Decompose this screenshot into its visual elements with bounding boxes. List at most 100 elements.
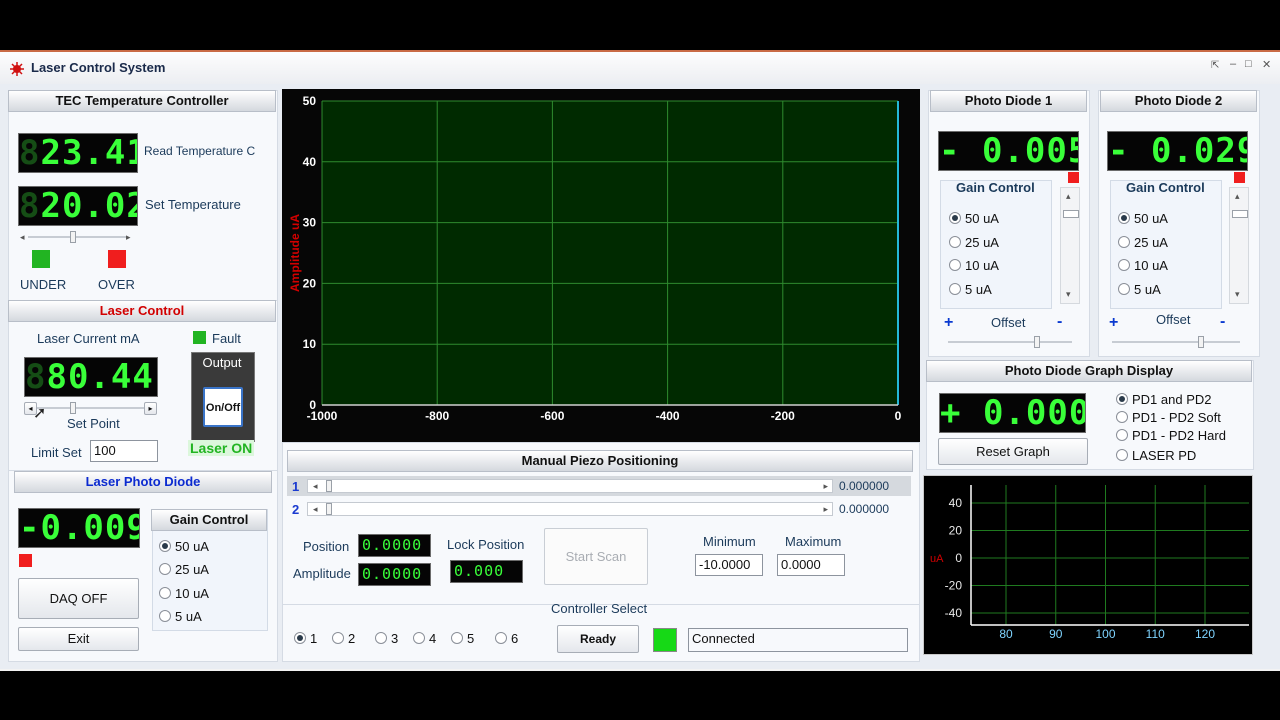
small-y-axis-label: uA: [930, 553, 944, 565]
temp-slider-left-arrow[interactable]: ◂: [20, 232, 25, 243]
laser-pd-gain-header: Gain Control: [151, 509, 267, 531]
pd1-header: Photo Diode 1: [930, 90, 1087, 112]
controller-option-2[interactable]: 2: [332, 631, 355, 646]
pd1-offset-slider[interactable]: [948, 336, 1072, 348]
pd1-gain-50[interactable]: 50 uA: [949, 211, 999, 226]
set-point-slider[interactable]: [36, 402, 144, 414]
laser-current-display: 880.44: [24, 357, 158, 397]
pd2-plus-icon[interactable]: +: [1109, 314, 1118, 332]
piezo-ch1-slider[interactable]: ◂ ▸: [307, 479, 833, 493]
maximize-icon[interactable]: □: [1245, 58, 1252, 70]
limit-set-input[interactable]: 100: [90, 440, 158, 462]
piezo-ch2-label: 2: [292, 502, 300, 517]
laser-onoff-button[interactable]: On/Off: [203, 387, 243, 427]
output-label: Output: [202, 355, 242, 370]
pin-icon[interactable]: ⇱: [1211, 60, 1219, 71]
under-indicator: [32, 250, 50, 268]
small-y-tick-label: 20: [949, 524, 963, 538]
plot-area: [322, 101, 898, 405]
app-logo-icon: [10, 62, 24, 76]
laser-pd-gain-25[interactable]: 25 uA: [159, 562, 209, 577]
laser-photo-diode-header: Laser Photo Diode: [14, 471, 272, 493]
under-label: UNDER: [20, 277, 67, 292]
minimize-icon[interactable]: –: [1230, 58, 1236, 70]
pd2-gain-5[interactable]: 5 uA: [1118, 282, 1161, 297]
pd-graph-chart[interactable]: 40 20 0 -20 -40 80 90 100 110 120 uA: [923, 475, 1253, 655]
pd1-minus-icon[interactable]: -: [1057, 313, 1062, 331]
pd2-offset-label: Offset: [1156, 312, 1191, 327]
maximum-label: Maximum: [785, 534, 842, 549]
pd2-minus-icon[interactable]: -: [1220, 313, 1225, 331]
reset-graph-button[interactable]: Reset Graph: [938, 438, 1088, 465]
daq-off-button[interactable]: DAQ OFF: [18, 578, 139, 619]
small-y-tick-label: -40: [945, 606, 963, 620]
controller-option-3[interactable]: 3: [375, 631, 398, 646]
graph-mode-pd1-and-pd2[interactable]: PD1 and PD2: [1116, 392, 1212, 407]
amplitude-chart[interactable]: -1000 -800 -600 -400 -200 050403020100Amplitu…: [282, 89, 920, 442]
graph-mode-pd1-pd2-hard[interactable]: PD1 - PD2 Hard: [1116, 428, 1226, 443]
maximum-input[interactable]: 0.0000: [777, 554, 845, 576]
pd2-offset-vscroll[interactable]: ▴ ▾: [1229, 187, 1249, 304]
minimum-input[interactable]: -10.0000: [695, 554, 763, 576]
pd1-indicator: [1068, 172, 1079, 183]
small-plot-area: [971, 485, 1249, 625]
pd2-gain-25[interactable]: 25 uA: [1118, 235, 1168, 250]
lock-position-display: 0.000: [450, 560, 523, 583]
x-tick-label: 0: [895, 409, 902, 423]
x-tick-label: -400: [656, 409, 680, 423]
read-temperature-label: Read Temperature C: [144, 144, 256, 158]
pd1-plus-icon[interactable]: +: [944, 314, 953, 332]
pd1-display: - 0.005: [938, 131, 1079, 171]
temperature-slider[interactable]: [28, 231, 126, 243]
connection-status-field: Connected: [688, 628, 908, 652]
controller-option-5[interactable]: 5: [451, 631, 474, 646]
small-x-tick-label: 80: [999, 627, 1013, 641]
small-y-tick-label: 40: [949, 496, 963, 510]
small-x-tick-label: 120: [1195, 627, 1215, 641]
exit-button[interactable]: Exit: [18, 627, 139, 651]
controller-option-1[interactable]: 1: [294, 631, 317, 646]
laser-pd-gain-10[interactable]: 10 uA: [159, 586, 209, 601]
set-temperature-label: Set Temperature: [145, 197, 241, 212]
amplitude-label: Amplitude: [293, 566, 351, 581]
graph-mode-pd1-pd2-soft[interactable]: PD1 - PD2 Soft: [1116, 410, 1221, 425]
fault-indicator: [193, 331, 206, 344]
x-tick-label: -200: [771, 409, 795, 423]
graph-mode-laser-pd[interactable]: LASER PD: [1116, 448, 1196, 463]
controller-option-6[interactable]: 6: [495, 631, 518, 646]
laser-pd-gain-5[interactable]: 5 uA: [159, 609, 202, 624]
pd2-offset-slider[interactable]: [1112, 336, 1240, 348]
small-x-tick-label: 90: [1049, 627, 1063, 641]
pd2-gain-50[interactable]: 50 uA: [1118, 211, 1168, 226]
close-icon[interactable]: ✕: [1262, 58, 1271, 71]
laser-pd-indicator: [19, 554, 32, 567]
piezo-ch1-label: 1: [292, 479, 300, 494]
position-label: Position: [303, 539, 350, 554]
laser-control-header: Laser Control: [8, 300, 276, 322]
set-point-right-arrow[interactable]: ▸: [144, 402, 157, 415]
laser-pd-display: -0.009: [18, 508, 140, 548]
tec-header: TEC Temperature Controller: [8, 90, 276, 112]
pd-graph-header: Photo Diode Graph Display: [926, 360, 1252, 382]
pd2-gain-10[interactable]: 10 uA: [1118, 258, 1168, 273]
y-axis-label: Amplitude uA: [288, 214, 302, 292]
lock-position-label: Lock Position: [447, 537, 525, 552]
pd1-gain-25[interactable]: 25 uA: [949, 235, 999, 250]
y-tick-label: 50: [303, 94, 317, 108]
laser-current-label: Laser Current mA: [37, 331, 140, 346]
y-tick-label: 20: [303, 276, 317, 290]
temp-slider-right-arrow[interactable]: ▸: [126, 232, 131, 243]
pd1-offset-vscroll[interactable]: ▴ ▾: [1060, 187, 1080, 304]
controller-option-4[interactable]: 4: [413, 631, 436, 646]
pd1-gain-10[interactable]: 10 uA: [949, 258, 999, 273]
start-scan-button[interactable]: Start Scan: [544, 528, 648, 585]
mouse-cursor-icon: ➚: [33, 405, 47, 422]
limit-set-label: Limit Set: [31, 445, 82, 460]
piezo-ch2-slider[interactable]: ◂ ▸: [307, 502, 833, 516]
over-label: OVER: [98, 277, 135, 292]
laser-pd-gain-50[interactable]: 50 uA: [159, 539, 209, 554]
y-tick-label: 40: [303, 155, 317, 169]
ready-button[interactable]: Ready: [557, 625, 639, 653]
fault-label: Fault: [212, 331, 241, 346]
pd1-gain-5[interactable]: 5 uA: [949, 282, 992, 297]
